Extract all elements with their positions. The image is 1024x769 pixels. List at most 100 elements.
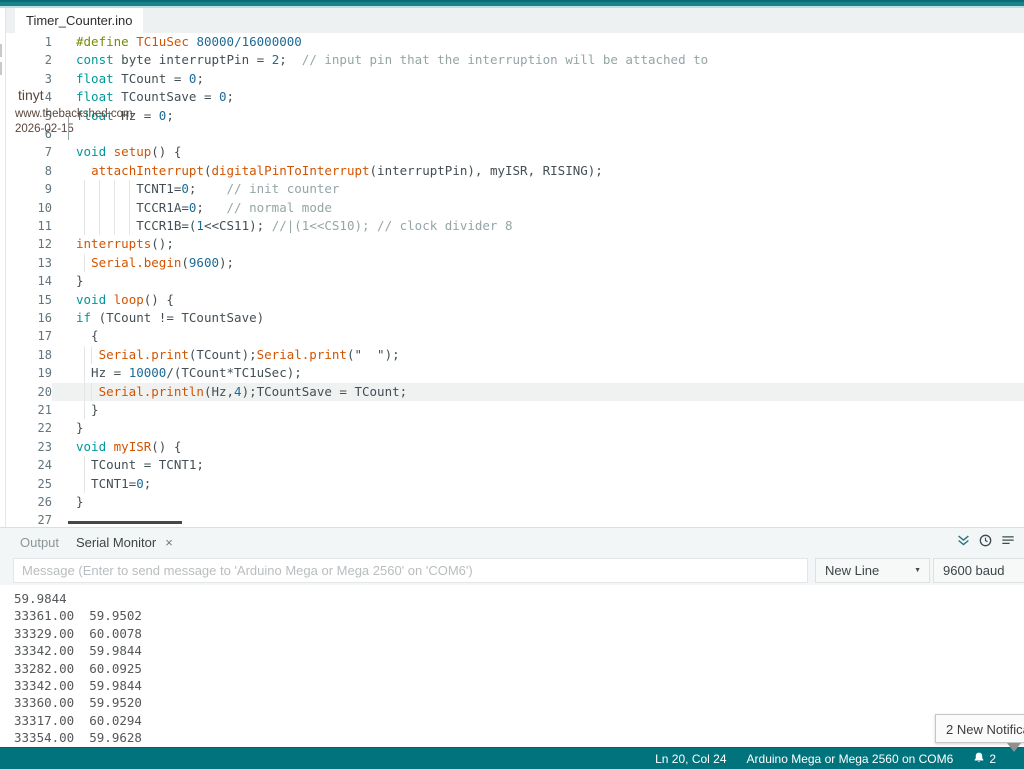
- notification-toast-arrow: [1007, 743, 1021, 759]
- code-text: const byte interruptPin = 2; // input pi…: [76, 51, 708, 69]
- code-line[interactable]: 23 void myISR() {: [6, 438, 1024, 456]
- line-number: 16: [6, 309, 52, 327]
- code-text: attachInterrupt(digitalPinToInterrupt(in…: [76, 162, 603, 180]
- baud-rate-value: 9600 baud: [943, 563, 1004, 578]
- serial-output-line: 33361.00 59.9502: [14, 607, 1024, 624]
- code-line[interactable]: 8 attachInterrupt(digitalPinToInterrupt(…: [6, 162, 1024, 180]
- code-line[interactable]: 24 TCount = TCNT1;: [6, 456, 1024, 474]
- close-icon[interactable]: ×: [165, 535, 173, 550]
- cursor-position-indicator[interactable]: Ln 20, Col 24: [655, 752, 726, 766]
- line-number: 14: [6, 272, 52, 290]
- code-line[interactable]: 21 }: [6, 401, 1024, 419]
- code-text: TCNT1=0;: [76, 475, 151, 493]
- code-text: float TCount = 0;: [76, 70, 204, 88]
- code-line[interactable]: 6: [6, 125, 1024, 143]
- serial-output-line: 33360.00 59.9520: [14, 694, 1024, 711]
- editor-tab-bar: Timer_Counter.ino: [6, 8, 1024, 33]
- code-text: TCNT1=0; // init counter: [76, 180, 339, 198]
- line-number: 21: [6, 401, 52, 419]
- code-line[interactable]: 17 {: [6, 327, 1024, 345]
- timestamp-clock-icon[interactable]: [979, 534, 992, 552]
- code-line[interactable]: 4float TCountSave = 0;: [6, 88, 1024, 106]
- code-line[interactable]: 2 const byte interruptPin = 2; // input p…: [6, 51, 1024, 69]
- tab-output[interactable]: Output: [20, 535, 59, 550]
- line-number: 19: [6, 364, 52, 382]
- code-text: void setup() {: [76, 143, 181, 161]
- line-number: 20: [6, 383, 52, 401]
- code-line[interactable]: 16if (TCount != TCountSave): [6, 309, 1024, 327]
- serial-output[interactable]: 59.984433361.00 59.950233329.00 60.00783…: [0, 585, 1024, 748]
- code-text: TCount = TCNT1;: [76, 456, 204, 474]
- code-line[interactable]: 11 TCCR1B=(1<<CS11); //|(1<<CS10); // cl…: [6, 217, 1024, 235]
- code-text: float TCountSave = 0;: [76, 88, 234, 106]
- code-line[interactable]: 27: [6, 511, 1024, 527]
- bell-icon: [973, 751, 985, 767]
- line-number: 26: [6, 493, 52, 511]
- code-line[interactable]: 9 TCNT1=0; // init counter: [6, 180, 1024, 198]
- code-line[interactable]: 19 Hz = 10000/(TCount*TC1uSec);: [6, 364, 1024, 382]
- menu-lines-icon[interactable]: [1001, 534, 1015, 552]
- line-number: 9: [6, 180, 52, 198]
- serial-output-line: 33317.00 60.0294: [14, 712, 1024, 729]
- line-number: 1: [6, 33, 52, 51]
- code-text: #define TC1uSec 80000/16000000: [76, 33, 302, 51]
- watermark-line2: www.thebackshed.com: [15, 108, 133, 120]
- serial-monitor-label: Serial Monitor: [76, 535, 156, 550]
- activity-strip-mark: [0, 44, 2, 57]
- line-number: 7: [6, 143, 52, 161]
- notification-count: 2: [989, 752, 996, 766]
- serial-output-line: 33342.00 59.9844: [14, 642, 1024, 659]
- tab-serial-monitor[interactable]: Serial Monitor ×: [76, 535, 173, 550]
- code-line[interactable]: 26}: [6, 493, 1024, 511]
- code-line[interactable]: 18 Serial.print(TCount);Serial.print(" "…: [6, 346, 1024, 364]
- code-line[interactable]: 25 TCNT1=0;: [6, 475, 1024, 493]
- watermark-line3: 2026-02-15: [15, 123, 74, 135]
- code-text: }: [76, 419, 84, 437]
- code-text: Hz = 10000/(TCount*TC1uSec);: [76, 364, 302, 382]
- code-line[interactable]: 3 float TCount = 0;: [6, 70, 1024, 88]
- line-number: 24: [6, 456, 52, 474]
- code-line[interactable]: 12interrupts();: [6, 235, 1024, 253]
- code-line[interactable]: 20 Serial.println(Hz,4);TCountSave = TCo…: [6, 383, 1024, 401]
- line-number: 3: [6, 70, 52, 88]
- code-text: TCCR1B=(1<<CS11); //|(1<<CS10); // clock…: [76, 217, 513, 235]
- code-text: {: [76, 327, 99, 345]
- code-line[interactable]: 22}: [6, 419, 1024, 437]
- serial-message-input[interactable]: [13, 558, 808, 583]
- code-line[interactable]: 5float Hz = 0;: [6, 107, 1024, 125]
- serial-output-line: 33329.00 60.0078: [14, 625, 1024, 642]
- serial-output-line: 59.9844: [14, 590, 1024, 607]
- line-number: 8: [6, 162, 52, 180]
- line-number: 12: [6, 235, 52, 253]
- notification-toast[interactable]: 2 New Notifications: [935, 714, 1024, 743]
- line-ending-dropdown[interactable]: New Line ▼: [815, 558, 930, 583]
- code-line[interactable]: 10 TCCR1A=0; // normal mode: [6, 199, 1024, 217]
- left-activity-strip[interactable]: [0, 8, 6, 527]
- line-number: 13: [6, 254, 52, 272]
- code-text: TCCR1A=0; // normal mode: [76, 199, 332, 217]
- code-line[interactable]: 7 void setup() {: [6, 143, 1024, 161]
- code-line[interactable]: 15void loop() {: [6, 291, 1024, 309]
- code-text: void loop() {: [76, 291, 174, 309]
- board-port-indicator[interactable]: Arduino Mega or Mega 2560 on COM6: [747, 752, 954, 766]
- chevron-down-icon: ▼: [914, 559, 921, 583]
- code-editor[interactable]: 1 #define TC1uSec 80000/16000000 2 const by…: [6, 33, 1024, 527]
- line-number: 11: [6, 217, 52, 235]
- chevron-double-down-icon[interactable]: [957, 534, 970, 552]
- line-number: 22: [6, 419, 52, 437]
- tab-timer-counter-ino[interactable]: Timer_Counter.ino: [15, 8, 143, 33]
- code-text: void myISR() {: [76, 438, 181, 456]
- line-number: 2: [6, 51, 52, 69]
- code-line[interactable]: 14}: [6, 272, 1024, 290]
- watermark-line1: tinyt: [18, 87, 44, 103]
- baud-rate-dropdown[interactable]: 9600 baud: [933, 558, 1024, 583]
- line-number: 23: [6, 438, 52, 456]
- bottom-panel: Output Serial Monitor × New Line ▼ 9600 …: [0, 527, 1024, 747]
- code-line[interactable]: 1 #define TC1uSec 80000/16000000: [6, 33, 1024, 51]
- watermark-caret: [68, 117, 69, 140]
- notifications-indicator[interactable]: 2: [973, 751, 996, 767]
- code-text: }: [76, 272, 84, 290]
- code-line[interactable]: 13 Serial.begin(9600);: [6, 254, 1024, 272]
- serial-output-line: 33342.00 59.9844: [14, 677, 1024, 694]
- editor-hscrollbar-thumb[interactable]: [68, 521, 182, 524]
